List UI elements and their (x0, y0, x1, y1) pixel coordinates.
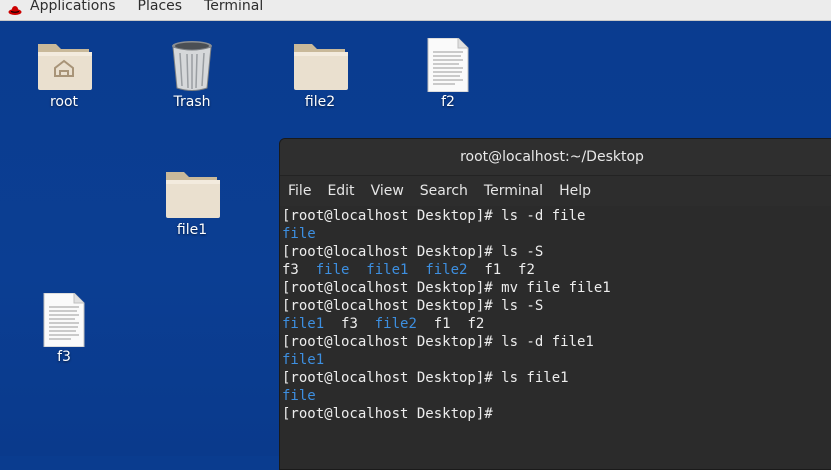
terminal-line: file1 (282, 352, 325, 368)
desktop-icon-file2[interactable]: file2 (275, 38, 365, 110)
terminal-line: [root@localhost Desktop]# ls -d file (282, 208, 586, 224)
trash-icon (172, 41, 212, 91)
terminal-line: file (282, 388, 316, 404)
applications-menu[interactable]: Applications (30, 0, 116, 16)
menu-file[interactable]: File (288, 183, 311, 199)
desktop-icon-trash[interactable]: Trash (147, 38, 237, 110)
terminal-line: f3 file file1 file2 f1 f2 (282, 262, 535, 278)
terminal-app-menu[interactable]: Terminal (204, 0, 263, 16)
terminal-line: [root@localhost Desktop]# ls -S (282, 298, 544, 314)
text-file-icon (43, 293, 85, 347)
terminal-menubar: File Edit View Search Terminal Help (280, 176, 831, 206)
desktop-icon-f2[interactable]: f2 (403, 38, 493, 110)
desktop-icon-label: root (49, 94, 79, 110)
desktop-icon-label: f3 (57, 349, 71, 365)
terminal-line: file1 f3 file2 f1 f2 (282, 316, 485, 332)
menu-help[interactable]: Help (559, 183, 591, 199)
menu-search[interactable]: Search (420, 183, 468, 199)
terminal-output[interactable]: [root@localhost Desktop]# ls -d file file… (280, 206, 831, 424)
desktop-icon-label: f2 (441, 94, 455, 110)
terminal-line: file (282, 226, 316, 242)
window-title: root@localhost:~/Desktop (460, 149, 644, 165)
menu-edit[interactable]: Edit (327, 183, 354, 199)
terminal-titlebar[interactable]: root@localhost:~/Desktop (280, 139, 831, 176)
folder-icon (294, 44, 348, 90)
menu-terminal[interactable]: Terminal (484, 183, 543, 199)
terminal-window[interactable]: root@localhost:~/Desktop File Edit View … (279, 138, 831, 470)
desktop-icon-label: file1 (176, 222, 208, 238)
desktop-icon-label: file2 (304, 94, 336, 110)
home-folder-icon (38, 44, 92, 90)
folder-icon (166, 172, 220, 218)
places-menu[interactable]: Places (138, 0, 183, 16)
desktop-icon-label: Trash (173, 94, 211, 110)
redhat-logo-icon[interactable] (8, 3, 22, 17)
terminal-line: [root@localhost Desktop]# ls file1 (282, 370, 569, 386)
terminal-prompt: [root@localhost Desktop]# (282, 406, 493, 422)
desktop-icon-file1[interactable]: file1 (147, 166, 237, 238)
desktop-icon-root[interactable]: root (19, 38, 109, 110)
menu-view[interactable]: View (371, 183, 404, 199)
terminal-line: [root@localhost Desktop]# ls -S (282, 244, 544, 260)
desktop-icon-f3[interactable]: f3 (19, 293, 109, 365)
terminal-line: [root@localhost Desktop]# ls -d file1 (282, 334, 594, 350)
terminal-line: [root@localhost Desktop]# mv file file1 (282, 280, 611, 296)
text-file-icon (427, 38, 469, 92)
top-panel: Applications Places Terminal (0, 0, 831, 21)
